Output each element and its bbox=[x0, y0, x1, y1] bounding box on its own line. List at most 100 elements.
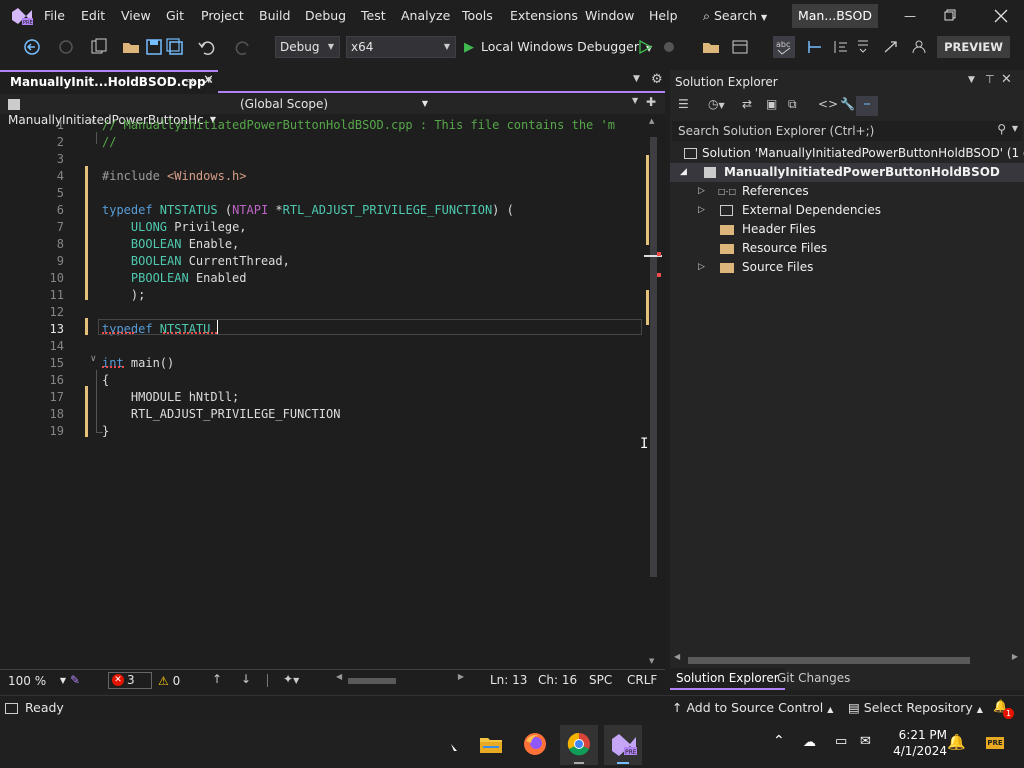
split-editor-icon[interactable]: ✚ bbox=[646, 95, 656, 109]
se-horizontal-scrollbar[interactable]: ◀ ▶ bbox=[674, 652, 1018, 665]
pin-icon[interactable]: ⇨ bbox=[186, 74, 195, 87]
editor-vertical-scrollbar[interactable]: ▲ ▼ bbox=[644, 115, 663, 669]
code-line[interactable]: RTL_ADJUST_PRIVILEGE_FUNCTION bbox=[102, 406, 341, 423]
code-line[interactable]: // ManuallyInitiatedPowerButtonHoldBSOD.… bbox=[102, 117, 615, 134]
menu-build[interactable]: Build bbox=[259, 0, 290, 32]
back-icon[interactable] bbox=[22, 36, 44, 58]
notification-bell-icon[interactable]: 🔔 bbox=[947, 733, 966, 751]
share-icon[interactable] bbox=[880, 36, 902, 58]
save-all-icon[interactable] bbox=[164, 36, 186, 58]
code-line[interactable]: BOOLEAN Enable, bbox=[102, 236, 239, 253]
zoom-dropdown[interactable]: 100 % ▼ bbox=[8, 673, 66, 689]
file-explorer-icon[interactable] bbox=[478, 731, 504, 757]
member-dropdown-arrow[interactable]: ▼ bbox=[632, 96, 638, 105]
code-line[interactable]: // bbox=[102, 134, 116, 151]
menu-extensions[interactable]: Extensions bbox=[510, 0, 578, 32]
collapse-toggle-icon[interactable]: ∨ bbox=[90, 117, 97, 127]
window-position-icon[interactable]: ▼ bbox=[968, 75, 975, 85]
menu-project[interactable]: Project bbox=[201, 0, 244, 32]
pin-panel-icon[interactable]: ⊤ bbox=[985, 73, 995, 86]
horizontal-scrollbar[interactable]: ◀ ▶ bbox=[336, 672, 464, 686]
menu-window[interactable]: Window bbox=[585, 0, 634, 32]
collapse-toggle-icon[interactable]: ∨ bbox=[90, 354, 97, 364]
error-count[interactable]: ✕ 3 bbox=[108, 672, 152, 689]
line-ending-indicator[interactable]: CRLF bbox=[627, 673, 657, 687]
step-icon[interactable] bbox=[804, 36, 826, 58]
show-all-files-icon[interactable]: ⧉ bbox=[788, 97, 797, 112]
configuration-select[interactable]: Debug ▼ bbox=[275, 36, 340, 58]
chrome-icon[interactable] bbox=[560, 725, 598, 765]
tree-item-source-files[interactable]: ▷ Source Files bbox=[670, 258, 1024, 277]
file-scope-dropdown[interactable]: ManuallyInitiatedPowerButtonHc ▼ bbox=[8, 96, 218, 127]
vs-preview-tray-icon[interactable]: PRE bbox=[986, 737, 1004, 749]
code-line[interactable]: int main() bbox=[102, 355, 174, 372]
warning-count[interactable]: ⚠ 0 bbox=[158, 673, 180, 689]
menu-file[interactable]: File bbox=[44, 0, 65, 32]
menu-help[interactable]: Help bbox=[649, 0, 678, 32]
start-without-debugging-icon[interactable] bbox=[634, 36, 656, 58]
menu-view[interactable]: View bbox=[121, 0, 151, 32]
code-line[interactable]: } bbox=[102, 423, 109, 440]
minimize-button[interactable]: — bbox=[898, 0, 922, 32]
line-indicator[interactable]: Ln: 13 bbox=[490, 673, 527, 687]
tab-overflow-icon[interactable]: ▼ bbox=[633, 74, 640, 84]
collapse-all-icon[interactable]: ▣ bbox=[766, 97, 777, 111]
add-to-source-control-button[interactable]: ↑ Add to Source Control ▲ bbox=[672, 700, 833, 715]
clock[interactable]: 6:21 PM 4/1/2024 bbox=[887, 727, 947, 759]
live-share-icon[interactable] bbox=[908, 36, 930, 58]
tab-manually-initiated-cpp[interactable]: ManuallyInit...HoldBSOD.cpp* ⇨ ✕ bbox=[0, 70, 218, 93]
volume-icon[interactable]: ✉ bbox=[860, 734, 871, 749]
close-window-button[interactable] bbox=[994, 9, 1008, 23]
preview-badge[interactable]: PREVIEW bbox=[937, 36, 1010, 58]
menu-edit[interactable]: Edit bbox=[81, 0, 105, 32]
project-node[interactable]: ◢ ManuallyInitiatedPowerButtonHoldBSOD bbox=[670, 163, 1024, 182]
code-line[interactable]: typedef NTSTATUS (NTAPI *RTL_ADJUST_PRIV… bbox=[102, 202, 514, 219]
history-icon[interactable]: ◷▼ bbox=[708, 97, 725, 111]
tab-git-changes[interactable]: Git Changes bbox=[777, 668, 850, 690]
tree-item-external-dependencies[interactable]: ▷ External Dependencies bbox=[670, 201, 1024, 220]
restore-button[interactable] bbox=[944, 9, 956, 21]
expand-arrow-icon[interactable]: ▷ bbox=[698, 201, 705, 220]
tree-item-resource-files[interactable]: Resource Files bbox=[670, 239, 1024, 258]
select-repository-button[interactable]: ▤ Select Repository ▲ bbox=[848, 700, 983, 715]
open-folder-icon[interactable] bbox=[120, 36, 142, 58]
new-project-icon[interactable] bbox=[88, 36, 110, 58]
folder-view-icon[interactable] bbox=[700, 36, 722, 58]
code-line[interactable]: HMODULE hNtDll; bbox=[102, 389, 239, 406]
whitespace-indicator[interactable]: SPC bbox=[589, 673, 612, 687]
code-line[interactable]: PBOOLEAN Enabled bbox=[102, 270, 247, 287]
column-indicator[interactable]: Ch: 16 bbox=[538, 673, 577, 687]
menu-git[interactable]: Git bbox=[166, 0, 184, 32]
properties-wrench-icon[interactable]: 🔧 bbox=[840, 97, 855, 111]
code-line[interactable]: ULONG Privilege, bbox=[102, 219, 247, 236]
pending-changes-icon[interactable]: ⇄ bbox=[742, 97, 752, 111]
forward-icon[interactable] bbox=[56, 36, 78, 58]
global-scope-dropdown[interactable]: (Global Scope) ▼ bbox=[240, 96, 430, 112]
code-line[interactable]: BOOLEAN CurrentThread, bbox=[102, 253, 290, 270]
start-debugging-button[interactable]: ▶ Local Windows Debugger ▼ bbox=[464, 36, 652, 58]
solution-node[interactable]: Solution 'ManuallyInitiatedPowerButtonHo… bbox=[684, 144, 1024, 163]
display-icon[interactable]: ▭ bbox=[835, 734, 847, 749]
expand-arrow-icon[interactable]: ▷ bbox=[698, 258, 705, 277]
search-button[interactable]: ⌕ Search ▼ bbox=[703, 0, 767, 32]
preview-selected-icon[interactable]: ⎯ bbox=[856, 96, 878, 116]
comment-icon[interactable] bbox=[852, 36, 874, 58]
close-panel-icon[interactable]: ✕ bbox=[1001, 72, 1012, 87]
save-icon[interactable] bbox=[143, 36, 165, 58]
tab-solution-explorer[interactable]: Solution Explorer bbox=[670, 668, 785, 690]
visual-studio-preview-icon[interactable]: PRE bbox=[604, 725, 642, 765]
code-view-icon[interactable]: <> bbox=[818, 97, 838, 111]
close-tab-icon[interactable]: ✕ bbox=[203, 73, 214, 88]
notifications-button[interactable]: 🔔 1 bbox=[993, 699, 1014, 719]
network-icon[interactable]: ☁ bbox=[803, 735, 816, 750]
tree-item-references[interactable]: ▷ □-□ References bbox=[670, 182, 1024, 201]
undo-icon[interactable] bbox=[196, 36, 218, 58]
next-issue-icon[interactable]: ↓ bbox=[241, 672, 251, 686]
code-line[interactable]: #include <Windows.h> bbox=[102, 168, 247, 185]
code-line[interactable]: ); bbox=[102, 287, 145, 304]
layout-icon[interactable] bbox=[730, 36, 752, 58]
menu-tools[interactable]: Tools bbox=[462, 0, 493, 32]
settings-gear-icon[interactable]: ⚙ bbox=[651, 72, 663, 87]
align-icon[interactable] bbox=[830, 36, 852, 58]
code-line[interactable]: { bbox=[102, 372, 109, 389]
